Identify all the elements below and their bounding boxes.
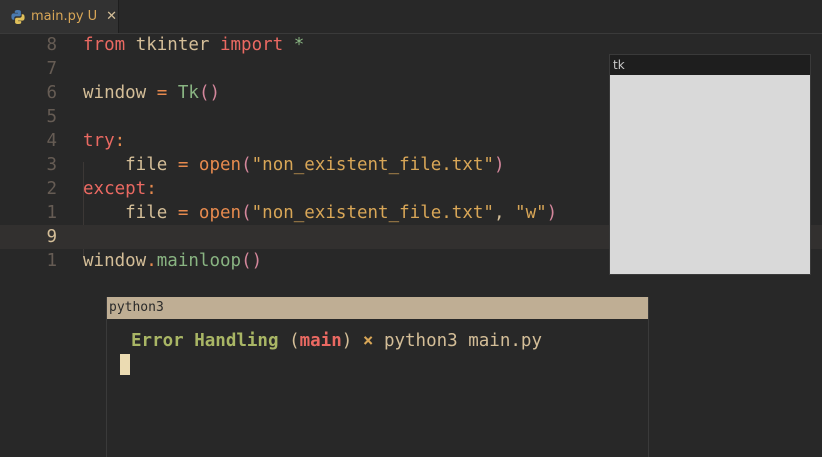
code-token: from — [83, 35, 126, 55]
code-token: ) — [546, 203, 558, 223]
code-text: from tkinter import * — [83, 33, 304, 57]
code-token: : — [114, 131, 126, 151]
code-token: file — [83, 203, 178, 223]
code-text: window.mainloop() — [83, 249, 262, 273]
tk-window-title: tk — [610, 55, 810, 75]
code-text: try: — [83, 129, 125, 153]
prompt-directory: Error Handling — [131, 331, 279, 351]
code-token: file — [83, 155, 178, 175]
code-token: () — [241, 251, 263, 271]
tab-main-py[interactable]: main.py U ✕ — [0, 0, 119, 33]
prompt-branch-close: ) — [341, 331, 353, 351]
code-token: tkinter — [125, 35, 220, 55]
tab-filename: main.py — [31, 9, 84, 24]
code-token: open — [198, 155, 242, 175]
code-token: window — [83, 83, 157, 103]
prompt-branch: main — [299, 331, 342, 351]
code-text: window = Tk() — [83, 81, 220, 105]
line-number: 7 — [46, 59, 57, 79]
code-token: try — [83, 131, 115, 151]
close-icon[interactable]: ✕ — [106, 9, 117, 24]
code-token: = — [177, 203, 189, 223]
code-token: import — [219, 35, 284, 55]
code-token: open — [198, 203, 242, 223]
code-token: * — [293, 35, 305, 55]
line-number: 9 — [46, 227, 57, 247]
code-text: file = open("non_existent_file.txt", "w"… — [83, 201, 557, 225]
code-token: window — [83, 251, 147, 271]
code-token: ( — [241, 203, 252, 223]
code-token: , — [493, 203, 516, 223]
code-token: . — [146, 251, 157, 271]
line-number: 5 — [46, 107, 57, 127]
code-token: ( — [241, 155, 252, 175]
code-token: = — [156, 83, 168, 103]
code-token: except — [83, 179, 147, 199]
prompt-separator: × — [362, 331, 374, 351]
terminal-cursor — [120, 354, 130, 375]
terminal-prompt: Error Handling (main) × python3 main.py — [131, 329, 542, 353]
python-icon — [11, 9, 25, 24]
tab-bar: main.py U ✕ — [0, 0, 822, 34]
tk-window[interactable]: tk — [609, 54, 811, 275]
prompt-branch-open: ( — [289, 331, 300, 351]
code-token: Tk — [177, 83, 199, 103]
terminal-command: python3 main.py — [383, 331, 542, 351]
code-token: mainloop — [156, 251, 242, 271]
line-number: 8 — [46, 35, 57, 55]
code-text: file = open("non_existent_file.txt") — [83, 153, 505, 177]
code-token: : — [146, 179, 157, 199]
line-number: 4 — [46, 131, 57, 151]
terminal-window[interactable]: python3 Error Handling (main) × python3 … — [106, 297, 649, 457]
line-number: 6 — [46, 83, 57, 103]
code-token: ) — [493, 155, 505, 175]
code-token: () — [198, 83, 221, 103]
line-number: 2 — [46, 179, 57, 199]
git-status-badge: U — [87, 9, 98, 24]
code-token: = — [177, 155, 189, 175]
code-token: "non_existent_file.txt" — [251, 155, 494, 175]
code-text: except: — [83, 177, 157, 201]
code-token: "w" — [515, 203, 547, 223]
code-token: "non_existent_file.txt" — [251, 203, 494, 223]
terminal-title: python3 — [107, 297, 648, 319]
line-number: 1 — [46, 251, 57, 271]
line-number: 1 — [46, 203, 57, 223]
line-number: 3 — [46, 155, 57, 175]
